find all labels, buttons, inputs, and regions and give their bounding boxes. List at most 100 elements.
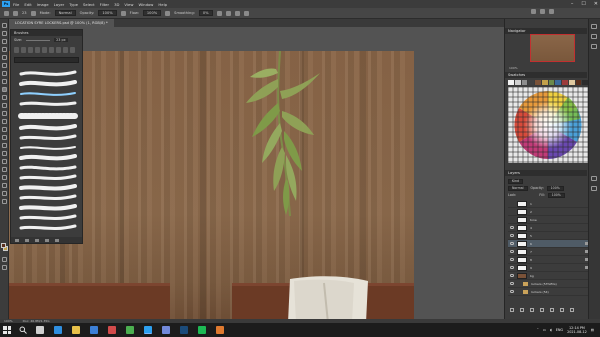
color-wheel-swatches[interactable] [508,87,588,163]
type-tool-icon[interactable] [2,151,7,156]
toggle-preview-icon[interactable] [15,238,19,242]
menu-layer[interactable]: Layer [54,2,65,7]
adjustments-panel-icon[interactable] [591,44,597,49]
smoothing-settings-icon[interactable] [216,10,222,16]
more-tools-icon[interactable] [2,199,7,204]
eye-icon[interactable] [510,282,514,285]
eye-icon[interactable] [510,250,514,253]
color-swatch[interactable] [514,80,521,85]
menu-view[interactable]: View [124,2,133,7]
new-group-icon[interactable] [35,238,39,242]
layer-kind-filter[interactable]: Kind [508,178,524,184]
layer-fill-field[interactable]: 100% [547,192,565,198]
edge-app-icon[interactable] [54,326,62,334]
menu-window[interactable]: Window [138,2,153,7]
zoom-tool-icon[interactable] [2,191,7,196]
eye-icon[interactable] [510,226,514,229]
lasso-tool-icon[interactable] [2,39,7,44]
mode-dropdown[interactable]: Normal [54,10,76,16]
brush-size-value[interactable]: 23 [22,11,27,15]
brush-search-input[interactable] [14,57,79,63]
recent-brush-preset[interactable] [14,47,19,53]
color-swatch[interactable] [575,80,582,85]
layer-row[interactable]: 5 [508,232,594,240]
layer-row[interactable]: 4 [508,224,594,232]
paths-panel-icon[interactable] [591,186,597,191]
minimize-button[interactable]: – [571,1,574,7]
eye-icon[interactable] [510,234,514,237]
discord-app-icon[interactable] [162,326,170,334]
search-icon[interactable] [19,326,27,334]
blend-mode-dropdown[interactable]: Normal [508,185,528,191]
flow-field[interactable]: 100% [142,10,162,16]
opacity-field[interactable]: 100% [98,10,117,16]
canvas-area[interactable] [9,27,504,319]
color-swatch[interactable] [562,80,568,85]
navigator-preview[interactable] [530,34,575,62]
layers-panel-title[interactable]: Layers [505,170,587,176]
layer-row[interactable]: tone [508,216,594,224]
dodge-tool-icon[interactable] [2,135,7,140]
brush-settings-panel-icon[interactable] [25,238,29,242]
eyedropper-tool-icon[interactable] [2,71,7,76]
quick-select-tool-icon[interactable] [2,47,7,52]
color-swatch[interactable] [528,80,534,85]
menu-image[interactable]: Image [37,2,49,7]
foreground-color-swatch[interactable] [1,243,6,248]
smoothing-field[interactable]: 0% [198,10,213,16]
menu-3d[interactable]: 3D [114,2,119,7]
brush-size-field[interactable]: 23 px [54,38,68,42]
screen-mode-icon[interactable] [2,265,7,270]
history-brush-tool-icon[interactable] [2,103,7,108]
layer-opacity-field[interactable]: 100% [546,185,564,191]
color-swatch[interactable] [568,80,575,85]
chevron-up-icon[interactable]: ˄ [537,328,539,332]
path-select-tool-icon[interactable] [2,159,7,164]
delete-brush-icon[interactable] [55,238,59,242]
recent-brush-preset[interactable] [42,47,47,53]
maximize-button[interactable]: ☐ [581,1,585,7]
menu-help[interactable]: Help [158,2,167,7]
volume-icon[interactable]: ◖ [550,328,552,332]
recent-brush-preset[interactable] [56,47,61,53]
brush-settings-icon[interactable] [30,10,36,16]
swatches-panel-title[interactable]: Swatches [505,72,587,78]
link-layers-icon[interactable] [510,308,514,312]
color-swatch[interactable] [555,80,561,85]
quick-mask-icon[interactable] [2,257,7,262]
app-app-icon[interactable] [216,326,224,334]
workspace-icon[interactable] [540,9,545,14]
hand-tool-icon[interactable] [2,175,7,180]
layer-name[interactable]: 5 [530,234,532,238]
clone-stamp-tool-icon[interactable] [2,95,7,100]
spotify-app-icon[interactable] [198,326,206,334]
pen-tool-icon[interactable] [2,143,7,148]
layer-name[interactable]: 7 [530,250,532,254]
color-swatch[interactable] [508,80,514,85]
close-button[interactable]: ✕ [594,1,598,7]
layer-row[interactable]: lockers (53%fills) [508,280,594,288]
brush-tool-preset-icon[interactable] [13,10,18,16]
new-group-icon[interactable] [550,308,554,312]
photoshop-app-icon[interactable] [144,326,152,334]
recent-brush-preset[interactable] [28,47,33,53]
airbrush-icon[interactable] [165,10,171,16]
menu-edit[interactable]: Edit [24,2,31,7]
home-icon[interactable] [4,10,9,16]
layer-row[interactable]: 8 [508,256,594,264]
angle-icon[interactable] [225,10,231,16]
rotate-view-tool-icon[interactable] [2,183,7,188]
add-mask-icon[interactable] [530,308,534,312]
eye-icon[interactable] [510,266,514,269]
channels-panel-icon[interactable] [591,176,597,181]
brush-tool-icon[interactable] [2,87,7,92]
recent-brush-preset[interactable] [70,47,75,53]
color-swatch[interactable] [535,80,541,85]
layer-name[interactable]: 4 [530,226,532,230]
layer-name[interactable]: bg [530,274,534,278]
language-indicator[interactable]: ENG [556,328,563,332]
eye-icon[interactable] [510,274,514,277]
gradient-tool-icon[interactable] [2,119,7,124]
menu-type[interactable]: Type [69,2,78,7]
layer-row[interactable]: bg [508,272,594,280]
